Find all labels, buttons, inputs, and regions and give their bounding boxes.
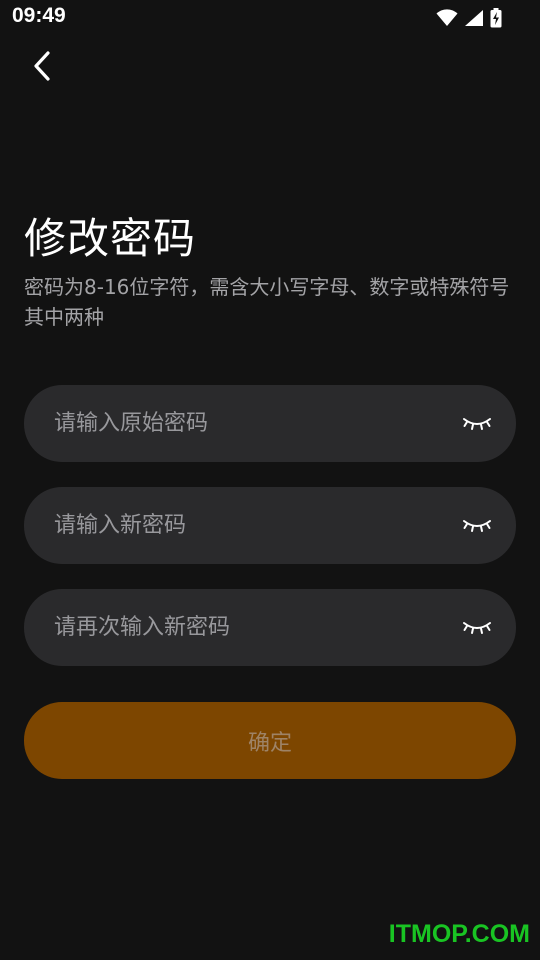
eye-closed-icon (463, 622, 491, 634)
chevron-left-icon (31, 50, 53, 86)
original-password-input[interactable] (54, 385, 454, 462)
page-title: 修改密码 (24, 214, 197, 263)
confirm-password-field (24, 589, 516, 666)
confirm-password-input[interactable] (54, 589, 454, 666)
toggle-confirm-password-visibility[interactable] (460, 615, 494, 639)
wifi-icon (436, 9, 458, 27)
status-time: 09:49 (12, 4, 66, 27)
watermark-logo: ITMOP.COM (388, 920, 530, 948)
eye-closed-icon (463, 418, 491, 430)
back-button[interactable] (22, 48, 62, 88)
cell-signal-icon (464, 9, 484, 27)
confirm-button[interactable]: 确定 (24, 702, 516, 779)
toggle-new-password-visibility[interactable] (460, 513, 494, 537)
status-bar: 09:49 (0, 0, 540, 36)
new-password-field (24, 487, 516, 564)
new-password-input[interactable] (54, 487, 454, 564)
battery-charging-icon (490, 8, 502, 28)
password-rules-hint: 密码为8-16位字符，需含大小写字母、数字或特殊符号其中两种 (24, 275, 510, 329)
eye-closed-icon (463, 520, 491, 532)
toggle-original-password-visibility[interactable] (460, 411, 494, 435)
original-password-field (24, 385, 516, 462)
status-icons (436, 8, 502, 28)
